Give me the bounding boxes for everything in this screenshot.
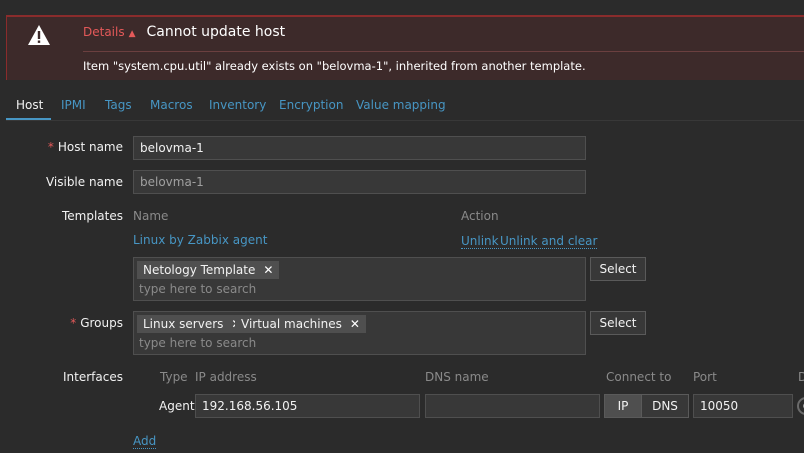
interfaces-type-header: Type bbox=[160, 370, 188, 384]
close-icon[interactable]: ✕ bbox=[263, 261, 273, 279]
groups-label: * Groups bbox=[70, 316, 123, 330]
interfaces-connect-header: Connect to bbox=[606, 370, 672, 384]
connect-to-toggle: IP DNS bbox=[604, 394, 689, 418]
group-chip-label: Virtual machines bbox=[241, 317, 342, 331]
interfaces-label: Interfaces bbox=[63, 370, 123, 384]
tab-macros[interactable]: Macros bbox=[150, 98, 193, 112]
linked-template-link[interactable]: Linux by Zabbix agent bbox=[133, 233, 267, 247]
group-chip: Linux servers ✕ bbox=[137, 315, 248, 333]
default-interface-radio[interactable] bbox=[797, 397, 804, 415]
groups-multiselect[interactable]: Linux servers ✕ Virtual machines ✕ type … bbox=[133, 311, 586, 355]
connect-dns-button[interactable]: DNS bbox=[641, 395, 688, 417]
template-chip-label: Netology Template bbox=[143, 263, 256, 277]
templates-name-header: Name bbox=[133, 209, 169, 223]
visible-name-input[interactable] bbox=[133, 170, 586, 194]
close-icon[interactable]: ✕ bbox=[350, 315, 360, 333]
templates-search-placeholder[interactable]: type here to search bbox=[139, 282, 256, 296]
add-interface-link[interactable]: Add bbox=[133, 434, 157, 449]
interface-port-input[interactable] bbox=[693, 394, 793, 418]
warning-triangle-icon bbox=[7, 17, 71, 80]
error-divider bbox=[83, 51, 804, 52]
host-name-input[interactable] bbox=[133, 136, 586, 160]
error-title: Cannot update host bbox=[146, 24, 286, 40]
tab-bar: Host IPMI Tags Macros Inventory Encrypti… bbox=[6, 92, 804, 121]
host-name-label: * Host name bbox=[47, 140, 123, 154]
interface-type-label: Agent bbox=[159, 399, 195, 413]
tab-value-mapping[interactable]: Value mapping bbox=[356, 98, 446, 112]
templates-multiselect[interactable]: Netology Template ✕ type here to search bbox=[133, 257, 586, 301]
tab-host[interactable]: Host bbox=[16, 98, 43, 112]
templates-label: Templates bbox=[61, 209, 123, 223]
interface-ip-input[interactable] bbox=[195, 394, 420, 418]
tab-ipmi[interactable]: IPMI bbox=[61, 98, 86, 112]
groups-search-placeholder[interactable]: type here to search bbox=[139, 336, 256, 350]
interfaces-port-header: Port bbox=[693, 370, 717, 384]
groups-select-button[interactable]: Select bbox=[590, 311, 646, 335]
interfaces-ip-header: IP address bbox=[195, 370, 257, 384]
chevron-up-icon[interactable]: ▲ bbox=[129, 29, 136, 39]
interfaces-default-header: D bbox=[798, 370, 804, 384]
connect-ip-button[interactable]: IP bbox=[605, 395, 641, 417]
template-chip: Netology Template ✕ bbox=[137, 261, 280, 279]
group-chip-label: Linux servers bbox=[143, 317, 224, 331]
unlink-and-clear-link[interactable]: Unlink and clear bbox=[500, 234, 598, 249]
unlink-link[interactable]: Unlink bbox=[461, 234, 499, 249]
error-detail-text: Item "system.cpu.util" already exists on… bbox=[83, 59, 586, 73]
interface-dns-input[interactable] bbox=[425, 394, 600, 418]
error-message-box: Details ▲ Cannot update host Item "syste… bbox=[6, 15, 804, 80]
visible-name-label: Visible name bbox=[45, 175, 123, 189]
templates-select-button[interactable]: Select bbox=[590, 257, 646, 281]
details-toggle-link[interactable]: Details bbox=[83, 25, 125, 39]
tab-encryption[interactable]: Encryption bbox=[279, 98, 343, 112]
group-chip: Virtual machines ✕ bbox=[235, 315, 366, 333]
tab-inventory[interactable]: Inventory bbox=[209, 98, 266, 112]
tab-tags[interactable]: Tags bbox=[105, 98, 132, 112]
active-tab-indicator bbox=[6, 118, 51, 120]
templates-action-header: Action bbox=[461, 209, 499, 223]
interfaces-dns-header: DNS name bbox=[425, 370, 489, 384]
